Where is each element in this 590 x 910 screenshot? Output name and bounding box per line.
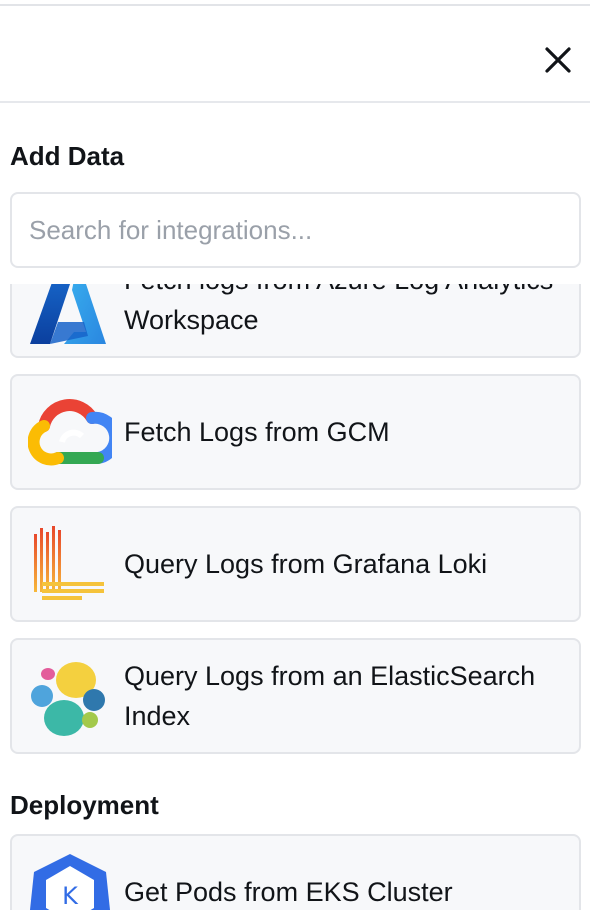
google-cloud-icon	[28, 392, 112, 476]
deployment-card-eks[interactable]: K Get Pods from EKS Cluster	[10, 834, 581, 910]
svg-text:K: K	[62, 882, 79, 910]
integration-label: Fetch logs from Azure Log Analytics Work…	[124, 284, 553, 335]
integration-search-input[interactable]	[10, 192, 581, 268]
integration-card-grafana-loki[interactable]: Query Logs from Grafana Loki	[10, 506, 581, 622]
azure-icon	[28, 284, 112, 344]
add-data-heading: Add Data	[10, 141, 125, 171]
kubernetes-icon: K	[28, 852, 112, 910]
integration-label: Query Logs from an ElasticSearch Index	[124, 661, 536, 731]
integration-card-gcm[interactable]: Fetch Logs from GCM	[10, 374, 581, 490]
deployment-label: Get Pods from EKS Cluster	[124, 877, 453, 907]
panel-header	[0, 6, 590, 103]
integration-label: Query Logs from Grafana Loki	[124, 549, 488, 579]
integration-card-elasticsearch[interactable]: Query Logs from an ElasticSearch Index	[10, 638, 581, 754]
integration-label: Fetch Logs from GCM	[124, 417, 390, 447]
elasticsearch-icon	[28, 656, 112, 740]
integration-card-azure[interactable]: Fetch logs from Azure Log Analytics Work…	[10, 284, 581, 358]
close-button[interactable]	[540, 42, 576, 78]
integration-list: Fetch logs from Azure Log Analytics Work…	[0, 284, 590, 910]
grafana-loki-icon	[28, 524, 112, 608]
close-icon	[545, 47, 571, 73]
deployment-heading: Deployment	[10, 790, 159, 820]
